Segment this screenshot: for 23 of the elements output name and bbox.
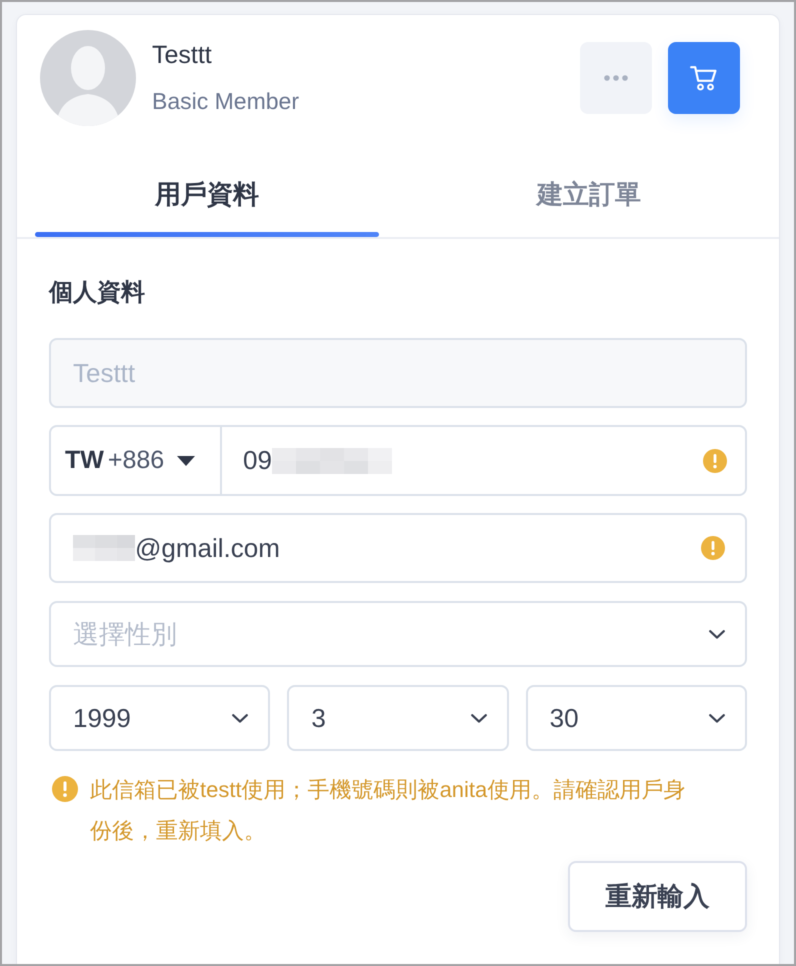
chevron-down-icon [232, 714, 248, 722]
chevron-down-icon [470, 714, 487, 722]
tab[interactable]: 建立訂單 [399, 150, 779, 237]
cart-icon [690, 65, 718, 91]
warning-icon [52, 776, 78, 802]
caret-icon [177, 456, 196, 466]
avatar-icon [40, 30, 136, 126]
error-message: 此信箱已被testt使用；手機號碼則被anita使用。請確認用戶身份後，重新填入。 [90, 776, 686, 845]
date-select[interactable]: 30 [526, 685, 747, 751]
chevron-down-icon [709, 630, 725, 638]
date-select[interactable]: 3 [287, 685, 509, 751]
chevron-down-icon [708, 714, 725, 722]
section-title: 個人資料 [49, 278, 146, 308]
user-name: Testtt [152, 40, 213, 71]
date-select[interactable]: 1999 [49, 685, 270, 751]
country-code-select[interactable]: TW +886 [51, 427, 222, 494]
ellipsis-icon [604, 75, 628, 81]
email-input[interactable]: @gmail.com [49, 513, 747, 583]
cart-button[interactable] [668, 42, 740, 114]
tab[interactable]: 用戶資料 [35, 150, 379, 237]
phone-number-input[interactable]: 09 [222, 427, 745, 494]
reset-button[interactable]: 重新輸入 [568, 861, 747, 932]
membership-level: Basic Member [152, 87, 300, 116]
